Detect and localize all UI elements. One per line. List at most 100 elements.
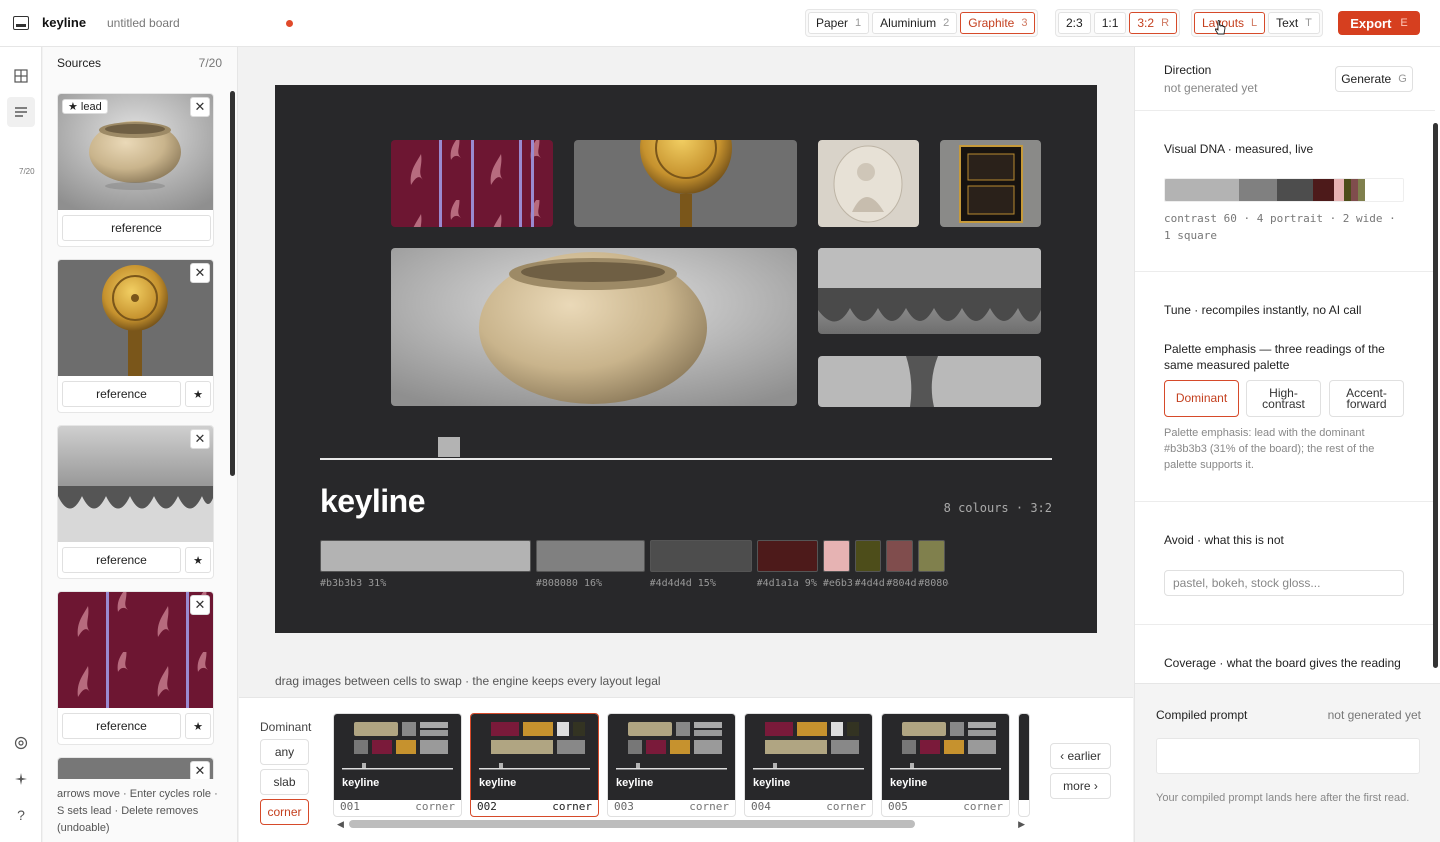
variant-role: corner [689,800,729,813]
direction-status: not generated yet [1164,81,1258,95]
layout-variant[interactable]: keyline 003 corner [607,713,736,817]
board-title[interactable]: keyline [320,483,426,520]
source-card[interactable]: ✕ reference ★ [57,425,214,579]
export-button[interactable]: Export E [1338,11,1420,35]
variant-thumbnail[interactable]: keyline [334,714,461,800]
direction-section: Direction not generated yet Generate G [1135,47,1435,111]
variant-thumbnail[interactable] [1019,714,1029,800]
variant-thumbnail[interactable]: keyline [745,714,872,800]
variant-thumbnail[interactable]: keyline [471,714,598,800]
direction-title: Direction [1164,63,1212,77]
sources-scrollbar-thumb[interactable] [230,91,235,476]
emphasis-accent-forward-button[interactable]: Accent-forward [1329,380,1404,417]
material-aluminium-button[interactable]: Aluminium 2 [872,12,958,34]
palette-swatch[interactable] [886,540,914,572]
panel-scrollbar[interactable] [1433,113,1438,678]
remove-source-button[interactable]: ✕ [190,429,210,449]
compiled-prompt-section: Compiled prompt not generated yet Your c… [1135,683,1440,842]
remove-source-button[interactable]: ✕ [190,761,210,779]
emphasis-dominant-button[interactable]: Dominant [1164,380,1239,417]
compiled-prompt-box[interactable] [1156,738,1420,774]
scroll-left-icon[interactable]: ◀ [337,819,344,830]
panel-scrollbar-thumb[interactable] [1433,123,1438,668]
more-button[interactable]: more › [1050,773,1111,799]
variant-title: keyline [616,777,654,789]
emphasis-high-contrast-button[interactable]: High-contrast [1246,380,1321,417]
source-card[interactable]: ✕ reference ★ [57,591,214,745]
variant-thumbnail[interactable]: keyline [608,714,735,800]
board-meta: 8 colours · 3:2 [943,501,1052,515]
scroll-right-icon[interactable]: ▶ [1018,819,1025,830]
board-cell[interactable] [818,140,919,227]
dna-segment [1350,179,1358,201]
ratio-3-2-button[interactable]: 3:2 R [1129,12,1178,34]
palette-swatch[interactable] [756,540,818,572]
material-graphite-button[interactable]: Graphite 3 [960,12,1036,34]
board-cell[interactable] [940,140,1041,227]
board-name[interactable]: untitled board [107,16,180,30]
remove-source-button[interactable]: ✕ [190,97,210,117]
palette-swatch[interactable] [854,540,882,572]
earlier-button[interactable]: ‹ earlier [1050,743,1111,769]
dna-segment [1312,179,1334,201]
board-cell[interactable] [391,140,553,227]
variant-scrollbar[interactable]: ◀ ▶ [337,819,1025,829]
layout-variant[interactable]: keyline 005 corner [881,713,1010,817]
source-card[interactable]: ✕ [57,757,214,779]
board-cell[interactable] [574,140,797,227]
help-icon[interactable]: ? [9,803,33,827]
avoid-section: Avoid · what this is not [1135,502,1435,625]
palette-swatch-label: #e6b3b3 [822,578,854,589]
palette-swatch[interactable] [822,540,850,572]
palette-swatch[interactable] [535,540,645,572]
layouts-button[interactable]: Layouts L [1194,12,1266,34]
sources-title: Sources [57,56,102,70]
material-paper-button[interactable]: Paper 1 [808,12,870,34]
ratio-2-3-button[interactable]: 2:3 [1058,12,1091,34]
grid-icon[interactable] [9,64,33,88]
coverage-section: Coverage · what the board gives the read… [1135,625,1435,683]
palette-swatch[interactable] [649,540,752,572]
role-button[interactable]: reference [62,381,181,407]
dna-segment [1333,179,1344,201]
tune-title: Tune · recompiles instantly, no AI call [1164,303,1362,317]
dominant-any-button[interactable]: any [260,739,309,765]
generate-button[interactable]: Generate G [1335,66,1413,92]
layout-variant[interactable] [1018,713,1030,817]
palette-swatch[interactable] [320,540,531,572]
unsaved-indicator [286,20,293,27]
board-cell[interactable] [818,248,1041,334]
layout-variant[interactable]: keyline 002 corner [470,713,599,817]
dominant-slab-button[interactable]: slab [260,769,309,795]
board-cell[interactable] [818,356,1041,407]
variant-scrollbar-thumb[interactable] [349,820,915,828]
palette-swatch-label: #4d4d4d 15% [649,578,716,589]
variant-role: corner [826,800,866,813]
dominant-corner-button[interactable]: corner [260,799,309,825]
list-icon[interactable] [9,100,33,124]
layout-variant[interactable]: keyline 004 corner [744,713,873,817]
sources-help-text: arrows move · Enter cycles role · S sets… [57,788,218,834]
source-card[interactable]: ✕ reference ★ [57,259,214,413]
role-button[interactable]: reference [62,215,211,241]
sources-scrollbar[interactable] [230,81,235,771]
set-lead-button[interactable]: ★ [185,547,211,573]
set-lead-button[interactable]: ★ [185,381,211,407]
text-button[interactable]: Text T [1268,12,1320,34]
ratio-1-1-button[interactable]: 1:1 [1093,12,1127,34]
palette-swatch[interactable] [918,540,945,572]
board-cell-lead[interactable] [391,248,797,406]
role-button[interactable]: reference [62,713,181,739]
target-icon[interactable] [9,731,33,755]
role-button[interactable]: reference [62,547,181,573]
palette-swatch-label: #80804d [918,578,949,589]
remove-source-button[interactable]: ✕ [190,263,210,283]
variant-thumbnail[interactable]: keyline [882,714,1009,800]
set-lead-button[interactable]: ★ [185,713,211,739]
source-card[interactable]: ★ lead ✕ reference [57,93,214,247]
sparkle-icon[interactable] [9,767,33,791]
remove-source-button[interactable]: ✕ [190,595,210,615]
avoid-input[interactable] [1164,570,1404,596]
layout-variant[interactable]: keyline 001 corner [333,713,462,817]
variant-title: keyline [890,777,928,789]
